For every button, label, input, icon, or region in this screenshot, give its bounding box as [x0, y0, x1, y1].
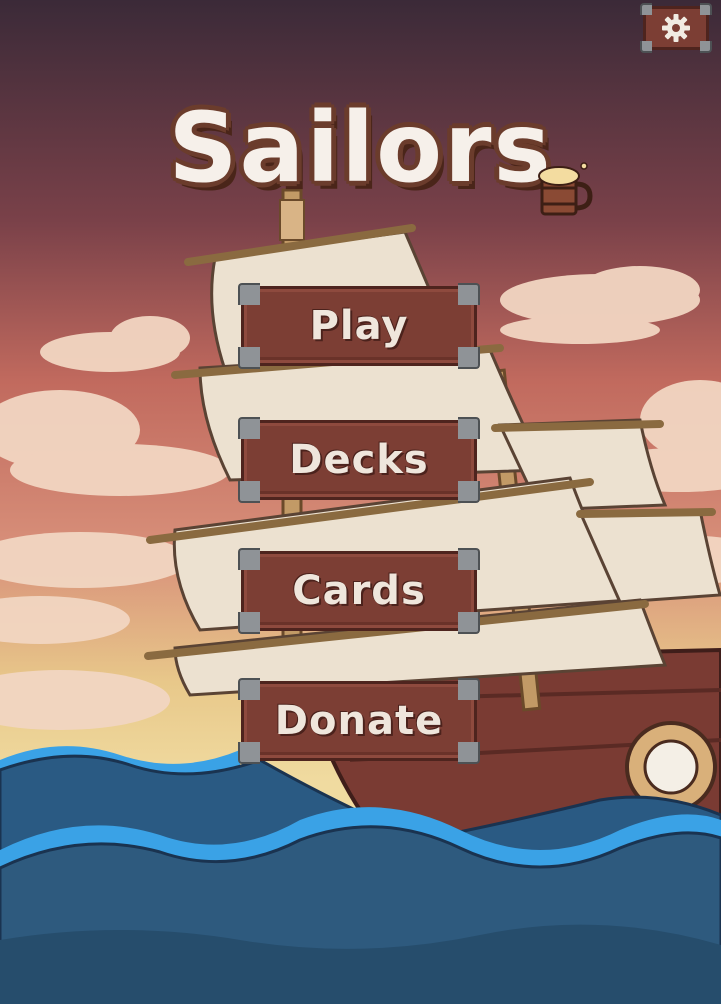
metal-corner	[458, 678, 480, 700]
settings-corner	[700, 41, 712, 53]
settings-corner	[640, 3, 652, 15]
settings-corner	[640, 41, 652, 53]
metal-corner	[238, 283, 260, 305]
game-title: Sailors	[168, 92, 553, 204]
metal-corner	[458, 283, 480, 305]
metal-corner	[458, 548, 480, 570]
donate-label: Donate	[274, 698, 444, 744]
settings-corner	[700, 3, 712, 15]
metal-corner	[458, 417, 480, 439]
metal-corner	[458, 347, 480, 369]
metal-corner	[238, 548, 260, 570]
donate-button[interactable]: Donate	[238, 678, 480, 764]
gear-icon	[662, 14, 690, 42]
cards-label: Cards	[292, 568, 426, 614]
metal-corner	[238, 347, 260, 369]
decks-label: Decks	[289, 437, 429, 483]
metal-corner	[458, 612, 480, 634]
metal-corner	[238, 612, 260, 634]
metal-corner	[238, 481, 260, 503]
metal-corner	[458, 742, 480, 764]
play-label: Play	[309, 303, 409, 349]
metal-corner	[238, 678, 260, 700]
metal-corner	[238, 742, 260, 764]
beer-mug-icon	[538, 162, 593, 216]
metal-corner	[238, 417, 260, 439]
settings-button[interactable]	[640, 3, 712, 53]
play-button[interactable]: Play	[238, 283, 480, 369]
metal-corner	[458, 481, 480, 503]
decks-button[interactable]: Decks	[238, 417, 480, 503]
cards-button[interactable]: Cards	[238, 548, 480, 634]
